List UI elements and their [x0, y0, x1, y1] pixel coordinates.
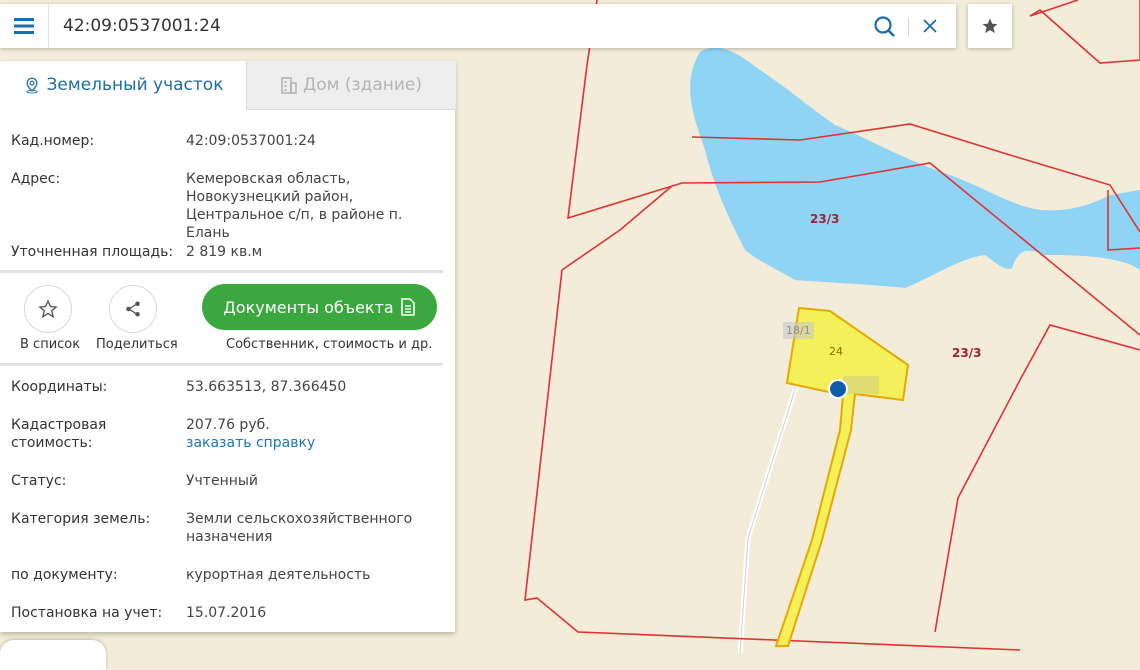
menu-button[interactable]: [0, 4, 49, 48]
clear-button[interactable]: [918, 14, 942, 38]
coordinates-value: 53.663513, 87.366450: [186, 379, 347, 395]
document-icon: [400, 298, 415, 316]
area-value: 2 819 кв.м: [186, 244, 263, 260]
search-button[interactable]: [872, 14, 898, 40]
divider: [0, 270, 443, 273]
object-documents-label: Документы объекта: [223, 297, 394, 317]
cadastral-cost-label: Кадастровая стоимость:: [11, 416, 181, 452]
cost-label-line: стоимость:: [11, 435, 93, 451]
address-line: Кемеровская область,: [186, 171, 351, 187]
cost-amount: 207.76 руб.: [186, 417, 270, 433]
parcel-label-23-3-east: 23/3: [952, 346, 982, 360]
divider: [0, 363, 443, 366]
status-value: Учтенный: [186, 473, 259, 489]
parcel-label-23-3-north: 23/3: [810, 212, 840, 226]
tab-land-label: Земельный участок: [46, 75, 224, 95]
land-category-label: Категория земель:: [11, 511, 151, 527]
separator: [908, 18, 909, 36]
star-icon: [982, 18, 998, 34]
favorites-button[interactable]: [968, 4, 1012, 48]
address-line: Новокузнецкий район,: [186, 189, 354, 205]
search-bar: 42:09:0537001:24: [0, 4, 956, 48]
object-info-panel: Земельный участок Дом (здание) Кад.номер…: [0, 61, 456, 632]
registration-label: Постановка на учет:: [11, 605, 163, 621]
search-input[interactable]: 42:09:0537001:24: [63, 16, 221, 36]
order-certificate-link[interactable]: заказать справку: [186, 434, 446, 452]
building-icon: [281, 77, 297, 94]
tab-building[interactable]: Дом (здание): [246, 61, 456, 110]
ghost-parcel: [843, 376, 879, 394]
registration-value: 15.07.2016: [186, 605, 267, 621]
share-label: Поделиться: [96, 337, 178, 352]
close-icon: [923, 19, 937, 33]
tab-building-label: Дом (здание): [302, 75, 422, 95]
cad-number-value[interactable]: 42:09:0537001:24: [186, 132, 446, 150]
by-document-value: курортная деятельность: [186, 567, 371, 583]
tab-land-plot[interactable]: Земельный участок: [0, 61, 246, 109]
area-label: Уточненная площадь:: [11, 244, 174, 260]
land-category-value: Земли сельскохозяйственного назначения: [186, 510, 446, 546]
object-documents-button[interactable]: Документы объекта: [202, 284, 437, 330]
cost-label-line: Кадастровая: [11, 417, 107, 433]
hamburger-icon: [14, 18, 34, 34]
add-to-list-button[interactable]: [24, 285, 72, 333]
address-value: Кемеровская область, Новокузнецкий район…: [186, 170, 446, 242]
share-icon: [126, 301, 140, 317]
share-button[interactable]: [109, 285, 157, 333]
cadastral-cost-value: 207.76 руб. заказать справку: [186, 416, 446, 452]
location-marker[interactable]: [828, 379, 848, 399]
category-line: назначения: [186, 529, 273, 545]
parcel-label-24: 24: [829, 345, 843, 358]
address-line: Центральное с/п, в районе п. Елань: [186, 207, 403, 241]
address-label: Адрес:: [11, 171, 61, 187]
tabs: Земельный участок Дом (здание): [0, 61, 456, 110]
coordinates-label: Координаты:: [11, 379, 108, 395]
bottom-drawer-handle[interactable]: [0, 640, 106, 670]
status-label: Статус:: [11, 473, 67, 489]
parcel-label-18-1: 18/1: [783, 322, 814, 339]
by-document-label: по документу:: [11, 567, 118, 583]
object-documents-subtitle: Собственник, стоимость и др.: [226, 337, 433, 352]
cad-number-label: Кад.номер:: [11, 133, 95, 149]
add-to-list-label: В список: [20, 337, 81, 352]
category-line: Земли сельскохозяйственного: [186, 511, 413, 527]
star-outline-icon: [38, 299, 58, 319]
location-pin-icon: [25, 77, 38, 94]
search-icon: [874, 16, 895, 37]
